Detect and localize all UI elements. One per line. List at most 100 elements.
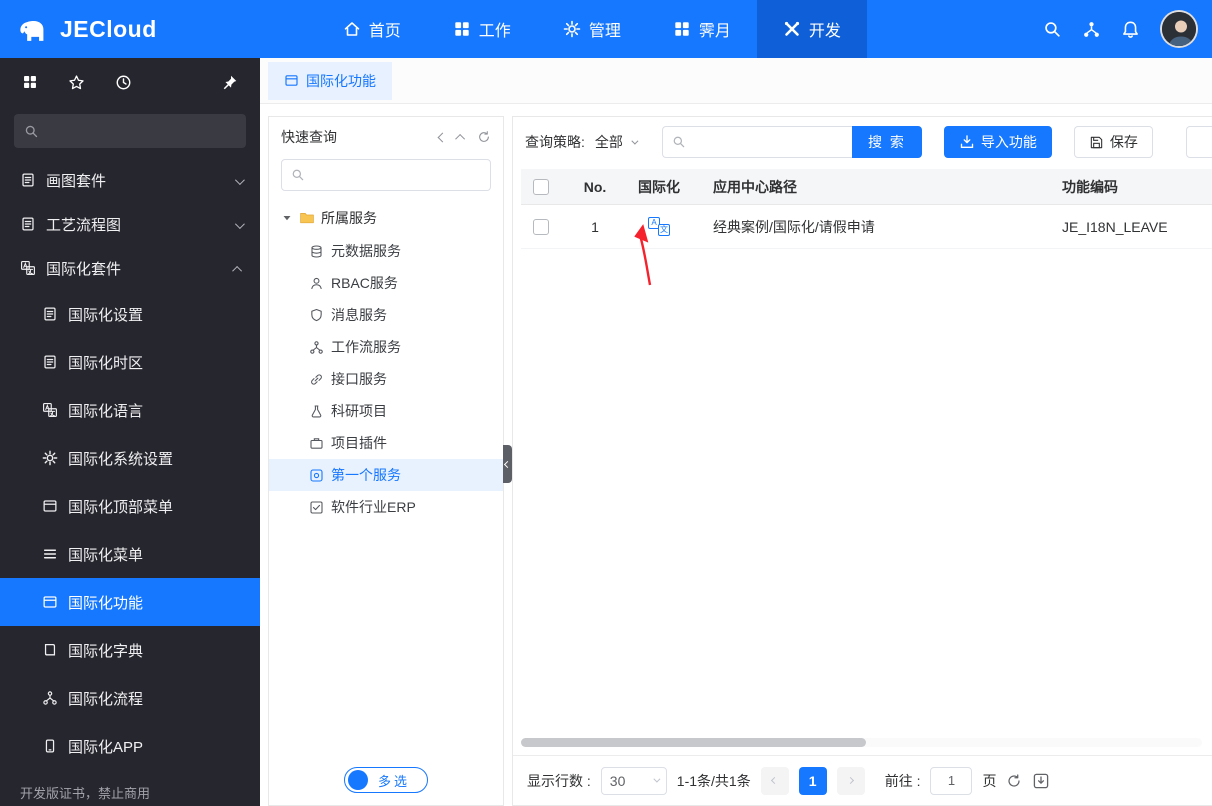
- topnav-item-jiyue[interactable]: 霁月: [647, 0, 757, 58]
- elephant-logo-icon: [18, 15, 52, 44]
- sidebar-menu: 画图套件 工艺流程图 国际化套件 国际化设置 国际化时区 国际化语言 国际化系统…: [0, 158, 260, 773]
- brand[interactable]: JECloud: [18, 15, 157, 44]
- select-all-checkbox[interactable]: [533, 178, 549, 195]
- collapse-up-icon[interactable]: [455, 133, 466, 144]
- quick-query-panel: 快速查询 所属服务 元数据服务 RBAC服务 消息服务 工作流服务 接口服务 科…: [268, 116, 512, 806]
- sidebar-search[interactable]: [14, 114, 246, 148]
- keyword-search-group: 搜 索: [661, 126, 922, 158]
- topnav-item-manage[interactable]: 管理: [537, 0, 647, 58]
- sidebar-item-i18n-menu[interactable]: 国际化菜单: [0, 530, 260, 578]
- page-suffix: 页: [982, 772, 997, 789]
- sidebar-group-i18n-suite[interactable]: 国际化套件: [0, 246, 260, 290]
- sidebar-group-drawing-suite[interactable]: 画图套件: [0, 158, 260, 202]
- tree-item-label: 软件行业ERP: [331, 499, 416, 515]
- star-icon[interactable]: [68, 74, 85, 91]
- tree-item-label: 接口服务: [331, 371, 387, 387]
- next-page-button[interactable]: [836, 766, 865, 795]
- pin-icon[interactable]: [221, 74, 238, 91]
- clock-icon[interactable]: [115, 74, 132, 91]
- tree-item-label: 消息服务: [331, 307, 387, 323]
- tree-item-first-service[interactable]: 第一个服务: [269, 459, 503, 491]
- row-no: 1: [591, 218, 599, 235]
- sidebar-item-i18n-settings[interactable]: 国际化设置: [0, 290, 260, 338]
- strategy-select[interactable]: 全部: [595, 132, 639, 152]
- multi-select-toggle[interactable]: 多选: [344, 767, 428, 793]
- gear-icon: [563, 20, 581, 38]
- tree-item-rbac-service[interactable]: RBAC服务: [269, 267, 503, 299]
- tree-item-label: 元数据服务: [331, 243, 401, 259]
- tab-i18n-function[interactable]: 国际化功能: [268, 61, 392, 100]
- sidebar-item-i18n-timezone[interactable]: 国际化时区: [0, 338, 260, 386]
- panel-collapse-handle[interactable]: [503, 445, 512, 483]
- api-link-icon: [309, 372, 324, 387]
- tree-search-input[interactable]: [312, 167, 481, 183]
- workflow-icon: [309, 340, 324, 355]
- sidebar-item-i18n-system-settings[interactable]: 国际化系统设置: [0, 434, 260, 482]
- collapse-left-icon[interactable]: [437, 132, 448, 142]
- caret-down-icon[interactable]: [281, 212, 293, 224]
- apps-grid-icon[interactable]: [22, 74, 38, 90]
- tree-root-services[interactable]: 所属服务: [269, 201, 503, 235]
- refresh-icon[interactable]: [1006, 773, 1022, 789]
- work-grid-icon: [453, 20, 471, 38]
- page-1-button[interactable]: 1: [798, 766, 827, 795]
- sidebar-group-process-diagram[interactable]: 工艺流程图: [0, 202, 260, 246]
- bell-icon[interactable]: [1121, 20, 1140, 39]
- sidebar-item-label: 国际化设置: [68, 306, 144, 324]
- search-icon: [291, 168, 305, 182]
- topnav-label: 工作: [478, 23, 511, 40]
- keyword-search-input[interactable]: [692, 134, 843, 150]
- tree-item-metadata-service[interactable]: 元数据服务: [269, 235, 503, 267]
- strategy-label: 查询策略:: [525, 134, 585, 150]
- process-diagram-icon: [20, 216, 36, 232]
- sidebar-item-i18n-language[interactable]: 国际化语言: [0, 386, 260, 434]
- sidebar-search-input[interactable]: [47, 123, 236, 139]
- org-chart-icon[interactable]: [1082, 20, 1101, 39]
- quick-query-tools: [437, 130, 491, 144]
- tree-search[interactable]: [281, 159, 491, 191]
- tree-item-project-plugin[interactable]: 项目插件: [269, 427, 503, 459]
- scrollbar-thumb[interactable]: [521, 738, 866, 747]
- chevron-left-icon: [503, 460, 512, 468]
- i18n-language-icon: [42, 402, 58, 418]
- tree-item-workflow-service[interactable]: 工作流服务: [269, 331, 503, 363]
- table-row[interactable]: 1 A 文 经典案例/国际化/请假申请 JE_I18N_LEAVE: [521, 205, 1212, 249]
- tree-item-api-service[interactable]: 接口服务: [269, 363, 503, 395]
- chevron-down-icon: [653, 775, 661, 783]
- topnav-item-dev[interactable]: 开发: [756, 0, 867, 58]
- sidebar-item-i18n-workflow[interactable]: 国际化流程: [0, 674, 260, 722]
- keyword-search-field[interactable]: [661, 126, 852, 158]
- tree-root-label: 所属服务: [321, 210, 377, 226]
- horizontal-scrollbar: [521, 738, 1202, 747]
- goto-page-input[interactable]: [930, 766, 973, 795]
- top-navigation-bar: JECloud 首页 工作 管理 霁月 开发: [0, 0, 1212, 58]
- chevron-up-icon: [232, 260, 243, 277]
- import-function-button[interactable]: 导入功能: [943, 126, 1052, 158]
- topnav-item-work[interactable]: 工作: [427, 0, 537, 58]
- avatar[interactable]: [1160, 10, 1198, 48]
- tree-item-message-service[interactable]: 消息服务: [269, 299, 503, 331]
- topnav-item-home[interactable]: 首页: [317, 0, 427, 58]
- row-checkbox[interactable]: [533, 218, 549, 235]
- check-square-icon: [309, 500, 324, 515]
- export-icon[interactable]: [1032, 768, 1058, 794]
- partial-toolbar-button[interactable]: [1186, 126, 1212, 158]
- refresh-icon[interactable]: [477, 130, 491, 144]
- sidebar-group-label: 画图套件: [46, 172, 107, 190]
- tab-bar: 国际化功能: [260, 58, 1212, 104]
- prev-page-button[interactable]: [760, 766, 789, 795]
- search-icon[interactable]: [1043, 20, 1062, 39]
- pagination-bar: 显示行数 : 30 1-1条/共1条 1 前往 : 页: [513, 755, 1212, 805]
- sidebar-item-i18n-top-menu[interactable]: 国际化顶部菜单: [0, 482, 260, 530]
- sidebar-item-i18n-app[interactable]: 国际化APP: [0, 722, 260, 770]
- search-button[interactable]: 搜 索: [852, 126, 922, 158]
- i18n-timezone-icon: [42, 354, 58, 370]
- page-size-select[interactable]: 30: [600, 766, 667, 795]
- sidebar-item-i18n-function[interactable]: 国际化功能: [0, 578, 260, 626]
- tree-item-research-project[interactable]: 科研项目: [269, 395, 503, 427]
- save-button[interactable]: 保存: [1073, 126, 1153, 158]
- sidebar-item-i18n-dictionary[interactable]: 国际化字典: [0, 626, 260, 674]
- save-icon: [1089, 135, 1104, 150]
- tree-item-software-erp[interactable]: 软件行业ERP: [269, 491, 503, 523]
- translate-icon[interactable]: A 文: [648, 217, 670, 236]
